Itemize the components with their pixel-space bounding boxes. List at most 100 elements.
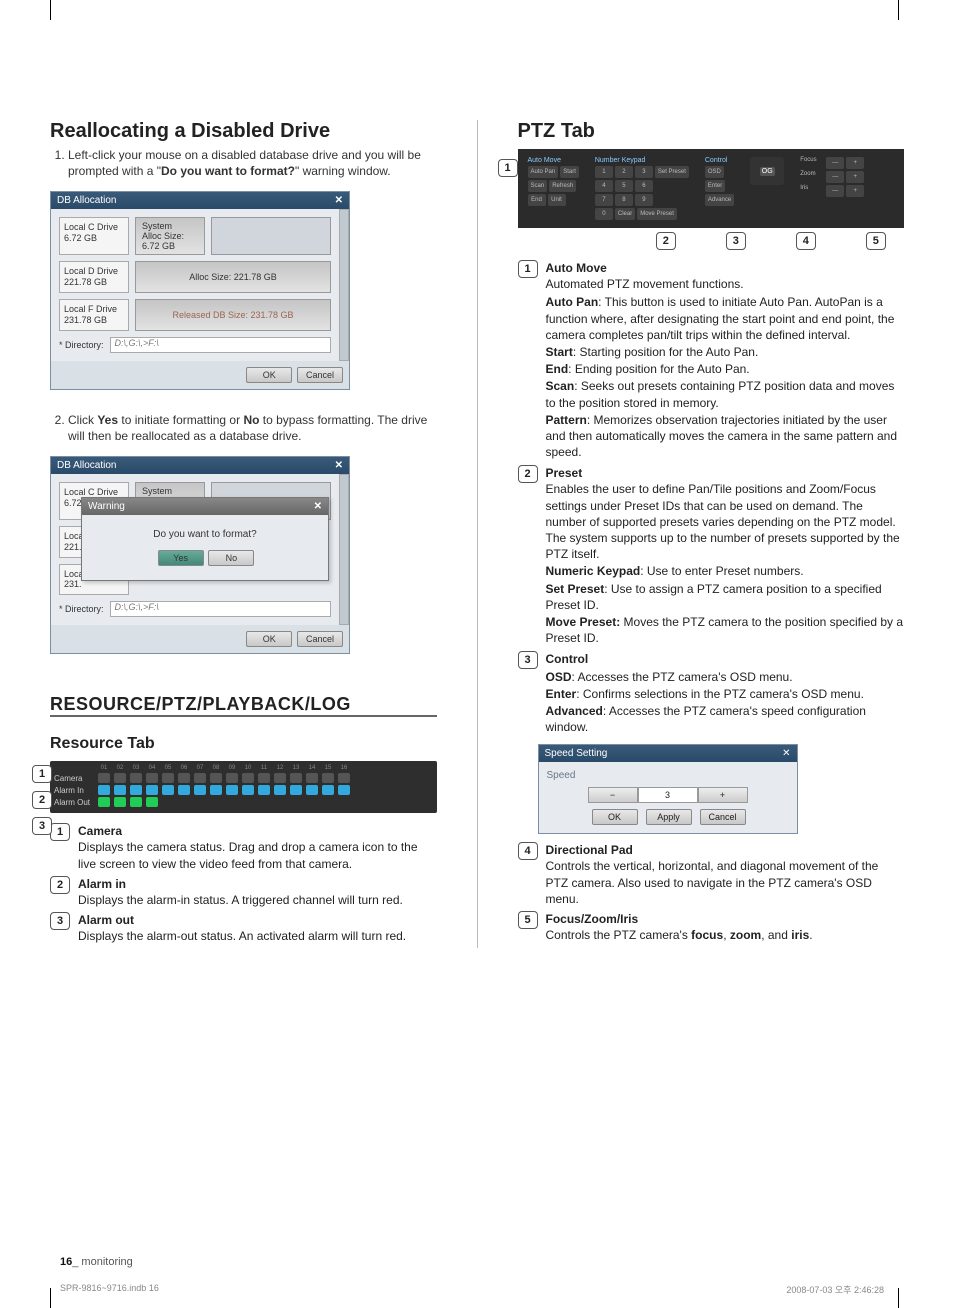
ptz-callout-5: 5 xyxy=(866,232,886,250)
close-icon-2[interactable]: ✕ xyxy=(335,460,343,471)
speed-apply-button[interactable]: Apply xyxy=(646,809,692,825)
footer-timestamp: 2008-07-03 오후 2:46:28 xyxy=(786,1283,884,1296)
focus-minus[interactable]: — xyxy=(826,157,844,169)
def-dpad-co: 4 xyxy=(518,842,538,860)
iris-minus[interactable]: — xyxy=(826,185,844,197)
btn-start[interactable]: Start xyxy=(560,166,579,178)
kp-0[interactable]: 0 xyxy=(595,208,613,220)
btn-refresh[interactable]: Refresh xyxy=(549,180,576,192)
alarmout-term: Alarm out xyxy=(78,913,134,927)
warning-title: Warning xyxy=(88,501,125,512)
kp-7[interactable]: 7 xyxy=(595,194,613,206)
btn-osd[interactable]: OSD xyxy=(705,166,724,178)
btn-enter[interactable]: Enter xyxy=(705,180,725,192)
directory-input[interactable]: D:\,G:\,>F:\ xyxy=(110,337,331,353)
btn-movepreset[interactable]: Move Preset xyxy=(637,208,677,220)
zoom-minus[interactable]: — xyxy=(826,171,844,183)
reallocating-heading: Reallocating a Disabled Drive xyxy=(50,120,437,143)
alarmout-desc: Displays the alarm-out status. An activa… xyxy=(78,929,406,943)
kp-6[interactable]: 6 xyxy=(635,180,653,192)
pattern-desc: : Memorizes observation trajectories ini… xyxy=(546,413,898,459)
pattern-term: Pattern xyxy=(546,413,587,427)
resource-panel: 01020304050607080910111213141516 Camera … xyxy=(50,761,437,813)
focus-plus[interactable]: + xyxy=(846,157,864,169)
kp-3[interactable]: 3 xyxy=(635,166,653,178)
fzi-zoom: zoom xyxy=(730,928,761,942)
speed-close-icon[interactable]: ✕ xyxy=(782,748,790,759)
def-co-1: 1 xyxy=(50,823,70,841)
step-1: Left-click your mouse on a disabled data… xyxy=(68,147,437,179)
ok-button[interactable]: OK xyxy=(246,367,292,383)
kp-5[interactable]: 5 xyxy=(615,180,633,192)
lbl-zoom: Zoom xyxy=(800,171,824,183)
start-term: Start xyxy=(546,345,573,359)
kp-4[interactable]: 4 xyxy=(595,180,613,192)
directory-label: * Directory: xyxy=(59,340,104,350)
btn-setpreset[interactable]: Set Preset xyxy=(655,166,689,178)
s2b: to initiate formatting or xyxy=(118,413,243,427)
alarmin-desc: Displays the alarm-in status. A triggere… xyxy=(78,893,403,907)
row-alarmout: Alarm Out xyxy=(54,798,94,807)
osd-term: OSD xyxy=(546,670,572,684)
kp-1[interactable]: 1 xyxy=(595,166,613,178)
btn-scan[interactable]: Scan xyxy=(528,180,548,192)
ok-button-2[interactable]: OK xyxy=(246,631,292,647)
scrollbar-2[interactable] xyxy=(339,474,349,625)
speed-minus-button[interactable]: − xyxy=(588,787,638,803)
speed-label: Speed xyxy=(547,770,789,781)
fzi-lead: Controls the PTZ camera's xyxy=(546,928,692,942)
camera-desc: Displays the camera status. Drag and dro… xyxy=(78,840,418,870)
grp-preset: Number Keypad xyxy=(595,157,689,164)
kp-8[interactable]: 8 xyxy=(615,194,633,206)
def-automove-co: 1 xyxy=(518,260,538,278)
btn-autopan[interactable]: Auto Pan xyxy=(528,166,559,178)
drive-f-bar: Released DB Size: 231.78 GB xyxy=(135,299,331,331)
speed-cancel-button[interactable]: Cancel xyxy=(700,809,746,825)
cancel-button-2[interactable]: Cancel xyxy=(297,631,343,647)
def-co-2: 2 xyxy=(50,876,70,894)
zoom-plus[interactable]: + xyxy=(846,171,864,183)
cancel-button[interactable]: Cancel xyxy=(297,367,343,383)
enter-term: Enter xyxy=(546,687,577,701)
db-allocation-dialog: DB Allocation ✕ Local C Drive 6.72 GB Sy… xyxy=(50,191,350,389)
btn-end[interactable]: End xyxy=(528,194,546,206)
scan-term: Scan xyxy=(546,379,575,393)
btn-unit[interactable]: Unit xyxy=(548,194,566,206)
no-button[interactable]: No xyxy=(208,550,254,566)
row-alarmin: Alarm In xyxy=(54,786,94,795)
footer-file: SPR-9816~9716.indb 16 xyxy=(60,1283,159,1296)
btn-advance[interactable]: Advance xyxy=(705,194,734,206)
ptz-callout-4: 4 xyxy=(796,232,816,250)
speed-value: 3 xyxy=(638,787,698,803)
autopan-desc: : This button is used to initiate Auto P… xyxy=(546,295,895,341)
automove-term: Auto Move xyxy=(546,261,607,275)
warning-close-icon[interactable]: ✕ xyxy=(314,501,322,512)
speed-setting-dialog: Speed Setting ✕ Speed − 3 + OK Apply Can… xyxy=(538,744,798,834)
kp-9[interactable]: 9 xyxy=(635,194,653,206)
camera-term: Camera xyxy=(78,824,122,838)
s2a: Click xyxy=(68,413,97,427)
yes-button[interactable]: Yes xyxy=(158,550,204,566)
directory-input-2[interactable]: D:\,G:\,>F:\ xyxy=(110,601,331,617)
grp-automove: Auto Move xyxy=(528,157,579,164)
directional-pad[interactable]: OG xyxy=(750,157,784,185)
s2no: No xyxy=(243,413,259,427)
grp-control: Control xyxy=(705,157,734,164)
dpad-desc: Controls the vertical, horizontal, and d… xyxy=(546,859,879,905)
control-term: Control xyxy=(546,652,589,666)
page-number: 16_ monitoring xyxy=(60,1256,133,1268)
kp-2[interactable]: 2 xyxy=(615,166,633,178)
drive-f-label: Local F Drive 231.78 GB xyxy=(59,299,129,331)
sp-term: Set Preset xyxy=(546,582,605,596)
fzi-iris: iris xyxy=(791,928,809,942)
close-icon[interactable]: ✕ xyxy=(335,195,343,206)
end-desc: : Ending position for the Auto Pan. xyxy=(568,362,749,376)
def-preset-co: 2 xyxy=(518,465,538,483)
nk-desc: : Use to enter Preset numbers. xyxy=(640,564,803,578)
drive-c-system: System Alloc Size: 6.72 GB xyxy=(135,217,205,255)
speed-plus-button[interactable]: + xyxy=(698,787,748,803)
scrollbar[interactable] xyxy=(339,209,349,360)
iris-plus[interactable]: + xyxy=(846,185,864,197)
speed-ok-button[interactable]: OK xyxy=(592,809,638,825)
btn-clear[interactable]: Clear xyxy=(615,208,635,220)
